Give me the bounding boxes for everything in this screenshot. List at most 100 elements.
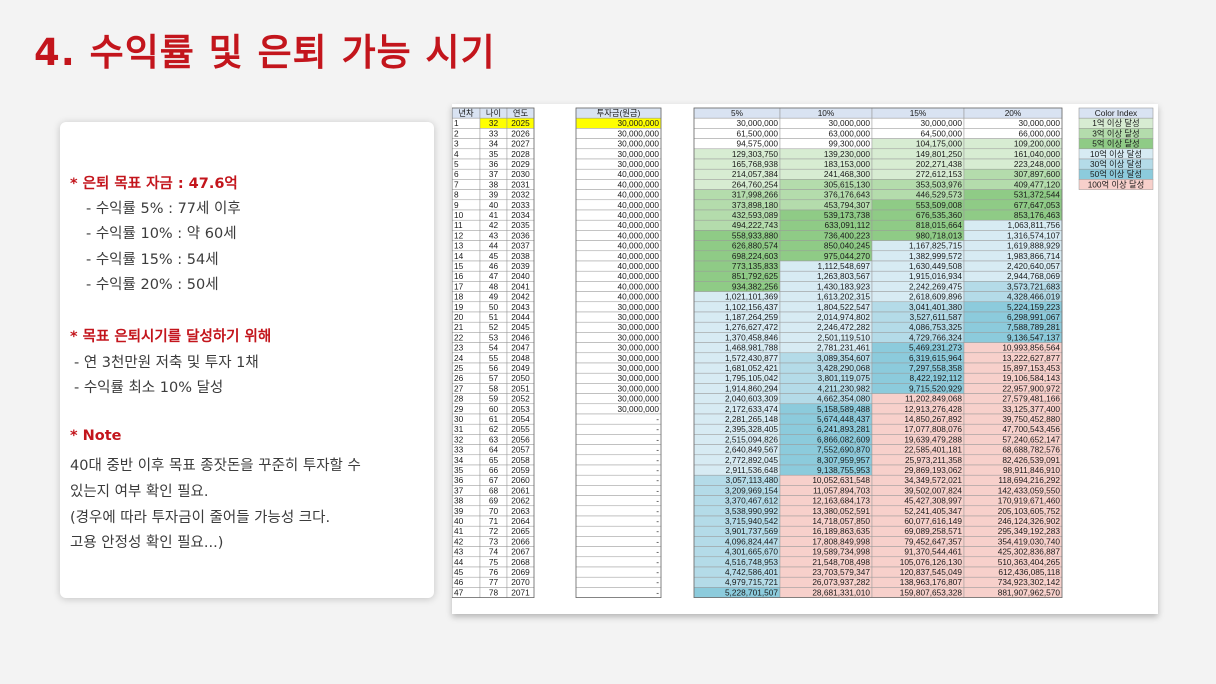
cell-value: 28,681,331,010 xyxy=(812,587,870,597)
cell-value: 446,529,573 xyxy=(916,190,963,200)
cell-value: 40,000,000 xyxy=(617,241,659,251)
cell-value: 30,000,000 xyxy=(617,149,659,159)
cell-value: 3,428,290,068 xyxy=(817,363,870,373)
table-cell xyxy=(575,576,662,588)
cell-value: 2070 xyxy=(511,577,530,587)
cell-value: 13,222,627,877 xyxy=(1002,353,1060,363)
cell-value: 2,281,265,148 xyxy=(725,414,778,424)
cell-value: 15 xyxy=(454,261,464,271)
cell-value: 934,382,256 xyxy=(732,281,779,291)
table-cell xyxy=(575,495,662,507)
cell-value: 539,173,738 xyxy=(824,210,871,220)
cell-value: 30,000,000 xyxy=(736,118,778,128)
cell-value: 28 xyxy=(454,394,464,404)
cell-value: 33 xyxy=(489,128,499,138)
cell-value: 19,106,584,143 xyxy=(1002,373,1060,383)
table-cell xyxy=(575,464,662,476)
cell-value: 29,869,193,062 xyxy=(904,465,962,475)
cell-value: 6,866,082,609 xyxy=(817,434,870,444)
cell-value: 30,000,000 xyxy=(617,128,659,138)
cell-value: 13,380,052,591 xyxy=(812,506,870,516)
cell-value: 2,781,231,461 xyxy=(817,343,870,353)
cell-value: - xyxy=(656,577,659,587)
cell-value: 453,794,307 xyxy=(824,200,871,210)
cell-value: 2031 xyxy=(511,179,530,189)
cell-value: 1,630,449,508 xyxy=(909,261,962,271)
cell-value: 1,102,156,437 xyxy=(725,302,778,312)
cell-value: 66,000,000 xyxy=(1018,128,1060,138)
cell-value: 46 xyxy=(489,261,499,271)
cell-value: 75 xyxy=(489,557,499,567)
cell-value: 2,420,640,057 xyxy=(1007,261,1060,271)
cell-value: 32 xyxy=(489,118,499,128)
cell-value: 305,615,130 xyxy=(824,179,871,189)
cell-value: 55 xyxy=(489,353,499,363)
cell-value: 2049 xyxy=(511,363,530,373)
cell-value: 50 xyxy=(489,302,499,312)
cell-value: 241,468,300 xyxy=(824,169,871,179)
cell-value: 41 xyxy=(489,210,499,220)
cell-value: 626,880,574 xyxy=(732,241,779,251)
cell-value: 45 xyxy=(454,567,464,577)
cell-value: 13 xyxy=(454,241,464,251)
cell-value: 4,742,586,401 xyxy=(725,567,778,577)
cell-value: 8,422,192,112 xyxy=(910,373,963,383)
cell-value: 295,349,192,283 xyxy=(998,526,1061,536)
cell-value: 2033 xyxy=(511,200,530,210)
cell-value: 1,316,574,107 xyxy=(1007,230,1060,240)
cell-value: 2,618,609,896 xyxy=(909,292,962,302)
cell-value: 70 xyxy=(489,506,499,516)
cell-value: 40,000,000 xyxy=(617,292,659,302)
cell-value: 6,241,893,281 xyxy=(817,424,870,434)
cell-value: 16 xyxy=(454,271,464,281)
goal-heading: * 은퇴 목표 자금 : 47.6억 xyxy=(70,176,238,192)
table-cell xyxy=(575,454,662,466)
cell-value: 45 xyxy=(489,251,499,261)
goal-item: - 수익률 20% : 50세 xyxy=(86,277,219,293)
table-cell xyxy=(575,423,662,435)
cell-value: 43 xyxy=(454,547,464,557)
cell-value: 1,276,627,472 xyxy=(725,322,778,332)
cell-value: 353,503,976 xyxy=(916,179,963,189)
cell-value: 1,382,999,572 xyxy=(909,251,962,261)
cell-value: 1,619,888,929 xyxy=(1007,241,1060,251)
cell-value: 4,516,748,953 xyxy=(725,557,778,567)
cell-value: 4,729,766,324 xyxy=(909,332,962,342)
cell-value: 2,040,603,309 xyxy=(725,394,778,404)
cell-value: 82,426,539,091 xyxy=(1002,455,1060,465)
cell-value: - xyxy=(656,526,659,536)
cell-value: 17 xyxy=(454,281,464,291)
cell-value: 2047 xyxy=(511,343,530,353)
cell-value: 1,613,202,315 xyxy=(817,292,870,302)
cell-value: 11,202,849,068 xyxy=(905,394,962,404)
cell-value: 30 xyxy=(454,414,464,424)
cell-value: 35 xyxy=(454,465,464,475)
cell-value: - xyxy=(656,414,659,424)
goal-item: - 수익률 10% : 약 60세 xyxy=(86,226,237,242)
cell-value: 736,400,223 xyxy=(824,230,871,240)
cell-value: 3,573,721,683 xyxy=(1007,281,1060,291)
cell-value: 30,000,000 xyxy=(617,404,659,414)
table-cell xyxy=(575,566,662,578)
cell-value: 307,897,600 xyxy=(1014,169,1061,179)
cell-value: 30,000,000 xyxy=(617,312,659,322)
cell-value: 74 xyxy=(489,547,499,557)
cell-value: 2056 xyxy=(511,434,530,444)
cell-value: 30,000,000 xyxy=(617,383,659,393)
cell-value: 2,501,119,510 xyxy=(818,332,871,342)
cell-value: 612,436,085,118 xyxy=(998,567,1060,577)
cell-value: 14,850,267,892 xyxy=(904,414,962,424)
note-heading: * Note xyxy=(70,428,122,444)
cell-value: 41 xyxy=(454,526,464,536)
column-header: 15% xyxy=(910,108,927,118)
cell-value: - xyxy=(656,455,659,465)
legend-label: 30억 이상 달성 xyxy=(1090,159,1142,169)
cell-value: 8 xyxy=(454,190,459,200)
cell-value: 1,021,101,369 xyxy=(725,292,778,302)
cell-value: 2054 xyxy=(511,414,530,424)
cell-value: 2071 xyxy=(511,587,530,597)
cell-value: 39,502,007,824 xyxy=(904,485,962,495)
cell-value: 3 xyxy=(454,139,459,149)
cell-value: 2,772,892,045 xyxy=(725,455,778,465)
table-cell xyxy=(575,505,662,517)
